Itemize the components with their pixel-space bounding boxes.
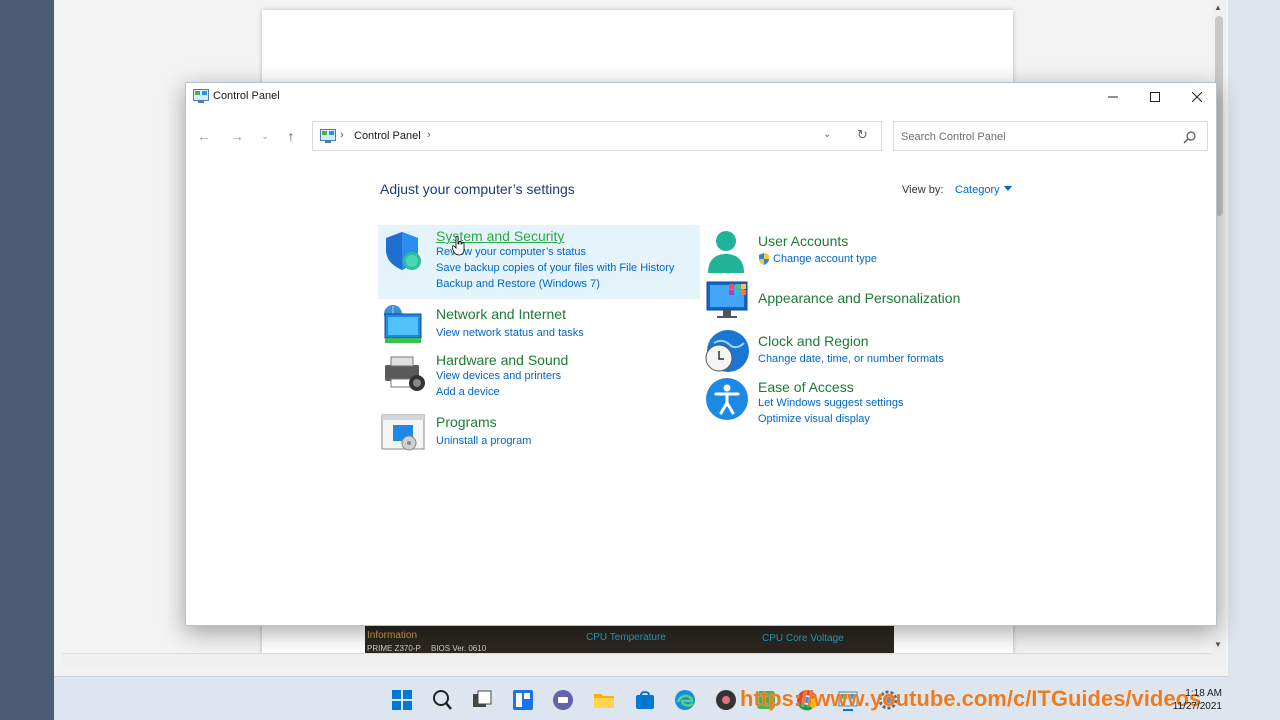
category-ease-of-access[interactable]: Ease of Access Let Windows suggest setti… [701, 375, 1031, 425]
scroll-up-arrow-icon[interactable]: ▲ [1214, 3, 1222, 12]
network-icon [384, 305, 422, 343]
programs-icon [381, 414, 425, 451]
navigation-bar: ← → ⌄ ↑ › Control Panel › ⌄ ↻ [186, 119, 1216, 153]
clock-icon [705, 330, 749, 372]
up-arrow-icon[interactable]: ↑ [281, 127, 301, 145]
forward-arrow-icon[interactable]: → [227, 127, 247, 145]
category-title-ease-of-access[interactable]: Ease of Access [758, 379, 854, 395]
hand-cursor-icon [452, 236, 465, 256]
category-clock-and-region[interactable]: Clock and Region Change date, time, or n… [701, 329, 1031, 373]
close-icon [1192, 92, 1202, 102]
bg-label-cpu-temp: CPU Temperature [586, 632, 666, 643]
link-add-device[interactable]: Add a device [436, 386, 500, 398]
category-system-and-security[interactable]: System and Security Review your computer… [378, 225, 700, 299]
media-icon[interactable] [715, 689, 737, 711]
address-bar[interactable]: › Control Panel › ⌄ ↻ [312, 121, 882, 151]
link-suggest-settings[interactable]: Let Windows suggest settings [758, 397, 904, 409]
video-letterbox-right [1228, 0, 1280, 720]
chat-icon[interactable] [552, 689, 574, 711]
search-icon[interactable] [431, 689, 453, 711]
search-input[interactable] [901, 129, 1171, 145]
category-title-clock-and-region[interactable]: Clock and Region [758, 333, 869, 349]
bg-label-cpu-voltage: CPU Core Voltage [762, 633, 844, 644]
content-area: Adjust your computer’s settings View by:… [186, 153, 1216, 623]
printer-icon [385, 356, 425, 391]
search-box[interactable] [893, 121, 1208, 151]
widgets-icon[interactable] [512, 689, 534, 711]
view-by-caret-icon[interactable] [1004, 186, 1012, 191]
file-explorer-icon[interactable] [593, 689, 615, 711]
start-icon[interactable] [391, 689, 413, 711]
refresh-icon[interactable]: ↻ [857, 127, 868, 143]
control-panel-icon [320, 129, 336, 143]
background-horizontal-scrollbar[interactable] [62, 653, 1212, 667]
category-title-programs[interactable]: Programs [436, 414, 497, 430]
minimize-button[interactable] [1092, 83, 1134, 111]
scroll-down-arrow-icon[interactable]: ▼ [1214, 640, 1222, 649]
link-devices-printers[interactable]: View devices and printers [436, 370, 561, 382]
view-by-label: View by: [902, 184, 944, 196]
minimize-icon [1108, 96, 1118, 98]
window-title: Control Panel [213, 90, 280, 102]
background-monitor-strip: Information CPU Temperature CPU Core Vol… [365, 626, 894, 653]
title-bar[interactable]: Control Panel [186, 83, 1216, 113]
recent-locations-chevron-icon[interactable]: ⌄ [255, 127, 275, 145]
bg-label-information: Information [367, 630, 418, 641]
link-change-account-type[interactable]: Change account type [773, 253, 877, 265]
address-dropdown-chevron-icon[interactable]: ⌄ [823, 129, 831, 140]
link-file-history[interactable]: Save backup copies of your files with Fi… [436, 262, 674, 274]
video-letterbox-left [0, 0, 54, 720]
link-optimize-display[interactable]: Optimize visual display [758, 413, 870, 425]
back-arrow-icon[interactable]: ← [194, 127, 214, 145]
category-hardware-and-sound[interactable]: Hardware and Sound View devices and prin… [378, 349, 700, 399]
user-icon [708, 231, 744, 273]
category-title-appearance[interactable]: Appearance and Personalization [758, 290, 960, 306]
clock-date: 11/27/2021 [1172, 701, 1222, 712]
maximize-icon [1150, 92, 1160, 102]
breadcrumb-chevron-icon[interactable]: › [340, 129, 344, 141]
bg-label-bios: BIOS Ver. 0610 [431, 644, 487, 653]
category-title-user-accounts[interactable]: User Accounts [758, 233, 848, 249]
category-programs[interactable]: Programs Uninstall a program [378, 411, 700, 453]
search-icon[interactable] [1183, 130, 1197, 144]
breadcrumb-control-panel[interactable]: Control Panel [354, 130, 421, 142]
task-view-icon[interactable] [471, 689, 493, 711]
edge-icon[interactable] [674, 689, 696, 711]
shield-icon [386, 232, 421, 270]
close-button[interactable] [1176, 83, 1218, 111]
store-icon[interactable] [634, 689, 656, 711]
control-panel-icon [193, 89, 209, 103]
category-title-hardware-and-sound[interactable]: Hardware and Sound [436, 352, 568, 368]
category-title-network-and-internet[interactable]: Network and Internet [436, 306, 566, 322]
page-heading: Adjust your computer’s settings [380, 181, 575, 197]
maximize-button[interactable] [1134, 83, 1176, 111]
uac-shield-icon [759, 253, 769, 265]
watermark-url: https://www.youtube.com/c/ITGuides/video… [740, 686, 1202, 711]
category-network-and-internet[interactable]: Network and Internet View network status… [378, 303, 700, 345]
link-date-time-formats[interactable]: Change date, time, or number formats [758, 353, 944, 365]
clock-time: 1:18 AM [1185, 688, 1222, 699]
category-appearance[interactable]: Appearance and Personalization [701, 279, 1031, 323]
taskbar-clock[interactable]: 1:18 AM 11/27/2021 [1166, 687, 1222, 713]
link-network-status[interactable]: View network status and tasks [436, 327, 584, 339]
link-uninstall-program[interactable]: Uninstall a program [436, 435, 531, 447]
view-by-dropdown[interactable]: Category [955, 184, 1000, 196]
breadcrumb-chevron-icon[interactable]: › [427, 129, 431, 141]
category-user-accounts[interactable]: User Accounts Change account type [701, 225, 1031, 275]
control-panel-window: Control Panel ← → ⌄ ↑ › Control Panel › … [185, 82, 1217, 626]
bg-label-board: PRIME Z370-P [367, 644, 421, 653]
accessibility-icon [706, 378, 748, 420]
appearance-icon [706, 281, 748, 318]
link-backup-restore[interactable]: Backup and Restore (Windows 7) [436, 278, 600, 290]
